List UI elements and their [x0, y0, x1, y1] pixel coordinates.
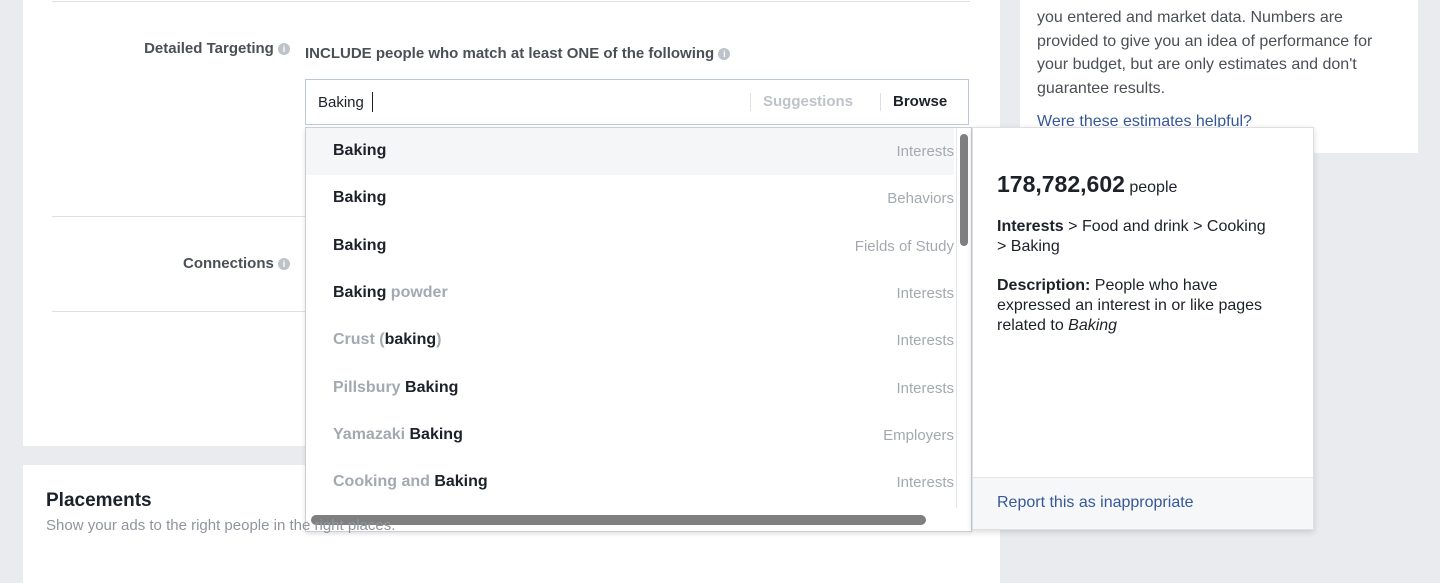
scrollbar-thumb[interactable]: [960, 134, 968, 246]
suggestion-name: Baking: [333, 189, 387, 207]
audience-size: 178,782,602 people: [997, 171, 1177, 198]
estimate-disclaimer: you entered and market data. Numbers are…: [1037, 9, 1373, 97]
connections-label: Connections i: [90, 255, 290, 272]
suggestion-name: Pillsbury Baking: [333, 378, 459, 396]
text-caret: [372, 92, 373, 112]
suggestion-category: Interests: [896, 284, 954, 302]
report-bar: Report this as inappropriate: [973, 477, 1313, 529]
suggestion-name: Crust (baking): [333, 331, 442, 349]
suggestion-item[interactable]: Baking Interests: [306, 128, 954, 175]
include-heading: INCLUDE people who match at least ONE of…: [305, 45, 731, 62]
suggestion-item[interactable]: Baking powder Interests: [306, 270, 954, 317]
suggestions-tab[interactable]: Suggestions: [750, 93, 853, 111]
suggestion-name: Baking: [333, 236, 387, 254]
audience-unit: people: [1129, 179, 1178, 196]
suggestion-category: Interests: [896, 143, 954, 160]
audience-detail-popover: 178,782,602 people Interests > Food and …: [972, 127, 1314, 530]
suggestion-category: Interests: [896, 332, 954, 350]
suggestion-name: Baking: [333, 142, 387, 159]
interest-description: Description: People who have expressed a…: [997, 277, 1263, 334]
browse-tab[interactable]: Browse: [880, 93, 947, 111]
suggestion-category: Fields of Study: [854, 237, 954, 255]
report-inappropriate-link[interactable]: Report this as inappropriate: [997, 494, 1194, 512]
search-query-text: Baking: [318, 94, 364, 111]
suggestion-category: Employers: [883, 426, 954, 444]
suggestion-item[interactable]: Pillsbury Baking Interests: [306, 365, 954, 412]
suggestion-name: Cooking and Baking: [333, 473, 488, 491]
info-icon[interactable]: i: [278, 43, 290, 55]
suggestion-item[interactable]: Baking Behaviors: [306, 175, 954, 222]
suggestion-category: Behaviors: [887, 190, 954, 208]
suggestion-item[interactable]: Cooking and Baking Interests: [306, 459, 954, 506]
detailed-targeting-label: Detailed Targeting i: [90, 40, 290, 57]
suggestion-item[interactable]: Baking Fields of Study: [306, 223, 954, 270]
suggestion-name: Yamazaki Baking: [333, 425, 463, 443]
suggestion-item[interactable]: Crust (baking) Interests: [306, 317, 954, 364]
detailed-targeting-input[interactable]: Baking Suggestions Browse: [305, 79, 969, 125]
divider: [52, 1, 970, 2]
suggestion-name: Baking powder: [333, 283, 448, 301]
vertical-scrollbar[interactable]: [956, 128, 971, 508]
horizontal-scrollbar[interactable]: [306, 508, 956, 531]
scrollbar-thumb[interactable]: [311, 515, 926, 525]
placements-title: Placements: [46, 490, 152, 511]
suggestion-category: Interests: [896, 379, 954, 397]
audience-count: 178,782,602: [997, 171, 1125, 197]
suggestion-category: Interests: [896, 474, 954, 492]
placements-subtitle: Show your ads to the right people in the…: [46, 517, 396, 534]
info-icon[interactable]: i: [278, 258, 290, 270]
suggestion-dropdown: Baking Interests Baking Behaviors Baking Fiel…: [305, 127, 972, 532]
interest-path: Interests > Food and drink > Cooking > B…: [997, 218, 1266, 255]
info-icon[interactable]: i: [718, 48, 731, 60]
suggestion-item[interactable]: Yamazaki Baking Employers: [306, 412, 954, 459]
